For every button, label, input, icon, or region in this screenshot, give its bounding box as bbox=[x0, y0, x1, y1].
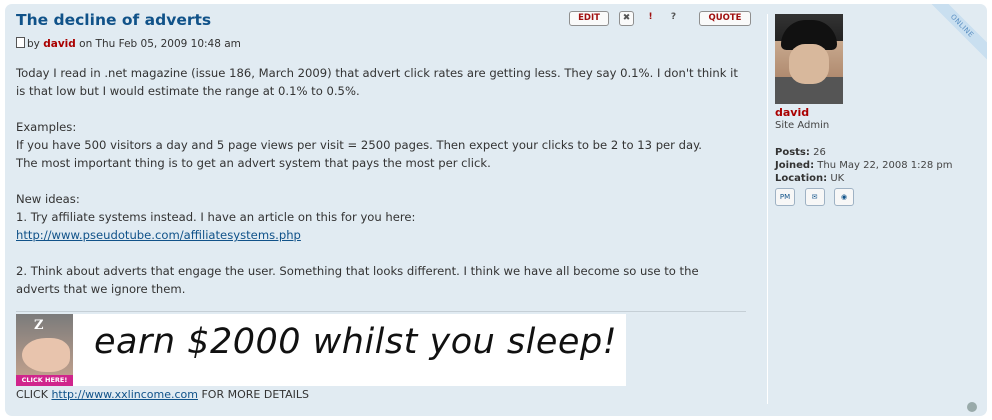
info-icon[interactable]: ? bbox=[667, 11, 680, 24]
signature-separator bbox=[16, 311, 746, 312]
advert-banner[interactable]: Z CLICK HERE! earn $2000 whilst you slee… bbox=[16, 314, 626, 386]
profile-stats: Posts: 26 Joined: Thu May 22, 2008 1:28 … bbox=[775, 147, 953, 184]
post-profile: david Site Admin Posts: 26 Joined: Thu M… bbox=[767, 14, 983, 404]
profile-name[interactable]: david bbox=[775, 106, 809, 119]
click-here-label: CLICK HERE! bbox=[16, 375, 73, 386]
banner-image: Z CLICK HERE! bbox=[16, 314, 73, 386]
profile-rank: Site Admin bbox=[775, 120, 830, 131]
post-container: ONLINE The decline of adverts EDIT ✖ ! ?… bbox=[5, 4, 987, 416]
paragraph: Examples: bbox=[16, 120, 77, 134]
delete-icon[interactable]: ✖ bbox=[619, 11, 634, 26]
post-title[interactable]: The decline of adverts bbox=[16, 11, 211, 29]
paragraph: The most important thing is to get an ad… bbox=[16, 156, 491, 170]
contact-icons: PM ✉ ◉ bbox=[775, 188, 860, 206]
author-link[interactable]: david bbox=[43, 38, 76, 50]
affiliate-link[interactable]: http://www.pseudotube.com/affiliatesyste… bbox=[16, 228, 301, 242]
paragraph: If you have 500 visitors a day and 5 pag… bbox=[16, 138, 702, 152]
post-content: Today I read in .net magazine (issue 186… bbox=[16, 64, 746, 298]
post-byline: by david on Thu Feb 05, 2009 10:48 am bbox=[16, 37, 241, 50]
paragraph: 2. Think about adverts that engage the u… bbox=[16, 264, 699, 296]
back-to-top-icon[interactable] bbox=[967, 402, 977, 412]
pm-icon[interactable]: PM bbox=[775, 188, 795, 206]
income-link[interactable]: http://www.xxlincome.com bbox=[51, 388, 198, 401]
paragraph: 1. Try affiliate systems instead. I have… bbox=[16, 210, 416, 224]
paragraph: New ideas: bbox=[16, 192, 80, 206]
quote-button[interactable]: QUOTE bbox=[699, 11, 751, 26]
banner-text: earn $2000 whilst you sleep! bbox=[94, 322, 618, 362]
avatar[interactable] bbox=[775, 14, 843, 104]
report-icon[interactable]: ! bbox=[644, 11, 657, 24]
email-icon[interactable]: ✉ bbox=[804, 188, 825, 206]
edit-button[interactable]: EDIT bbox=[569, 11, 609, 26]
post-icon[interactable] bbox=[16, 37, 25, 48]
website-icon[interactable]: ◉ bbox=[834, 188, 854, 206]
post-date: on Thu Feb 05, 2009 10:48 am bbox=[79, 38, 241, 50]
signature-line: CLICK http://www.xxlincome.com FOR MORE … bbox=[16, 388, 310, 401]
paragraph: Today I read in .net magazine (issue 186… bbox=[16, 66, 738, 98]
